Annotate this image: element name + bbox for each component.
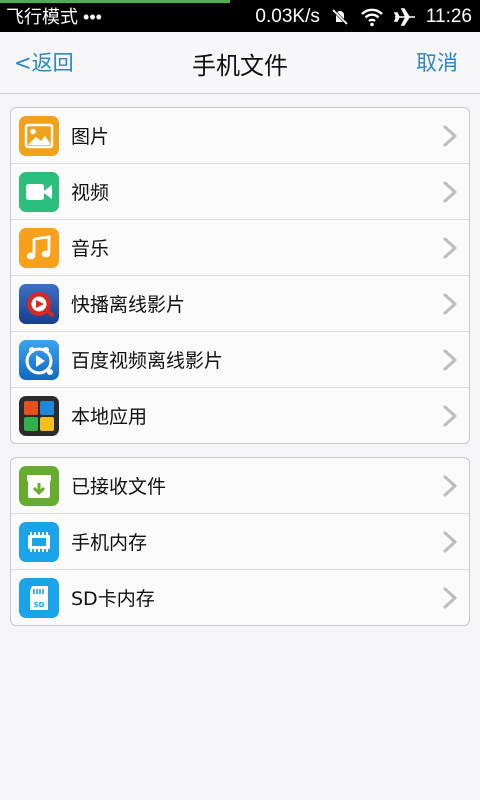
wifi-icon xyxy=(360,7,384,27)
list-item-music[interactable]: 音乐 xyxy=(11,220,469,276)
sd-card-icon: SD xyxy=(19,577,59,618)
status-left: 飞行模式 ••• xyxy=(6,6,102,28)
apps-icon xyxy=(19,395,59,436)
list-item-local-apps[interactable]: 本地应用 xyxy=(11,388,469,443)
list-item-baidu-video-offline[interactable]: 百度视频离线影片 xyxy=(11,332,469,388)
airplane-icon xyxy=(393,7,416,27)
mute-icon xyxy=(330,7,350,27)
list-item-label: 图片 xyxy=(71,126,110,148)
list-item-sd-card[interactable]: SD SD卡内存 xyxy=(11,570,469,625)
chevron-right-icon xyxy=(443,349,457,371)
qvod-icon xyxy=(19,283,59,324)
chevron-right-icon xyxy=(443,405,457,427)
list-item-label: 已接收文件 xyxy=(71,476,167,498)
phone-memory-icon xyxy=(19,521,59,562)
chevron-right-icon xyxy=(443,125,457,147)
airplane-mode-text: 飞行模式 xyxy=(6,7,78,27)
status-bar: 飞行模式 ••• 0.03K/s 11:26 xyxy=(0,0,480,32)
received-files-icon xyxy=(19,465,59,506)
list-item-label: 本地应用 xyxy=(71,406,148,428)
list-item-label: SD卡内存 xyxy=(71,588,155,610)
list-item-received-files[interactable]: 已接收文件 xyxy=(11,458,469,514)
clock: 11:26 xyxy=(425,6,472,27)
network-speed: 0.03K/s xyxy=(255,6,320,27)
list-item-label: 音乐 xyxy=(71,238,110,260)
list-item-qvod-offline[interactable]: 快播离线影片 xyxy=(11,276,469,332)
picture-icon xyxy=(19,115,59,156)
status-right: 0.03K/s 11:26 xyxy=(255,5,472,29)
list-item-pictures[interactable]: 图片 xyxy=(11,108,469,164)
list-item-label: 视频 xyxy=(71,182,110,204)
storage-group: 已接收文件 手机内存 SD SD卡内存 xyxy=(10,457,470,626)
baidu-video-icon xyxy=(19,339,59,380)
chevron-right-icon xyxy=(443,475,457,497)
nav-bar: <返回 手机文件 取消 xyxy=(0,32,480,94)
media-group: 图片 视频 音乐 快播离线影片 百度视频离线影片 本地应用 xyxy=(10,107,470,444)
chevron-right-icon xyxy=(443,237,457,259)
list-item-label: 百度视频离线影片 xyxy=(71,350,224,372)
video-icon xyxy=(19,171,59,212)
chevron-right-icon xyxy=(443,531,457,553)
music-icon xyxy=(19,227,59,268)
list-item-label: 手机内存 xyxy=(71,532,148,554)
chevron-right-icon xyxy=(443,181,457,203)
download-progress-bar xyxy=(0,0,231,3)
svg-text:SD: SD xyxy=(34,601,45,609)
page-title: 手机文件 xyxy=(192,52,288,80)
cancel-button[interactable]: 取消 xyxy=(416,47,458,77)
list-item-label: 快播离线影片 xyxy=(71,294,186,316)
list-item-phone-memory[interactable]: 手机内存 xyxy=(11,514,469,570)
chevron-right-icon xyxy=(443,293,457,315)
notification-dots: ••• xyxy=(83,7,102,27)
list-item-videos[interactable]: 视频 xyxy=(11,164,469,220)
chevron-right-icon xyxy=(443,587,457,609)
